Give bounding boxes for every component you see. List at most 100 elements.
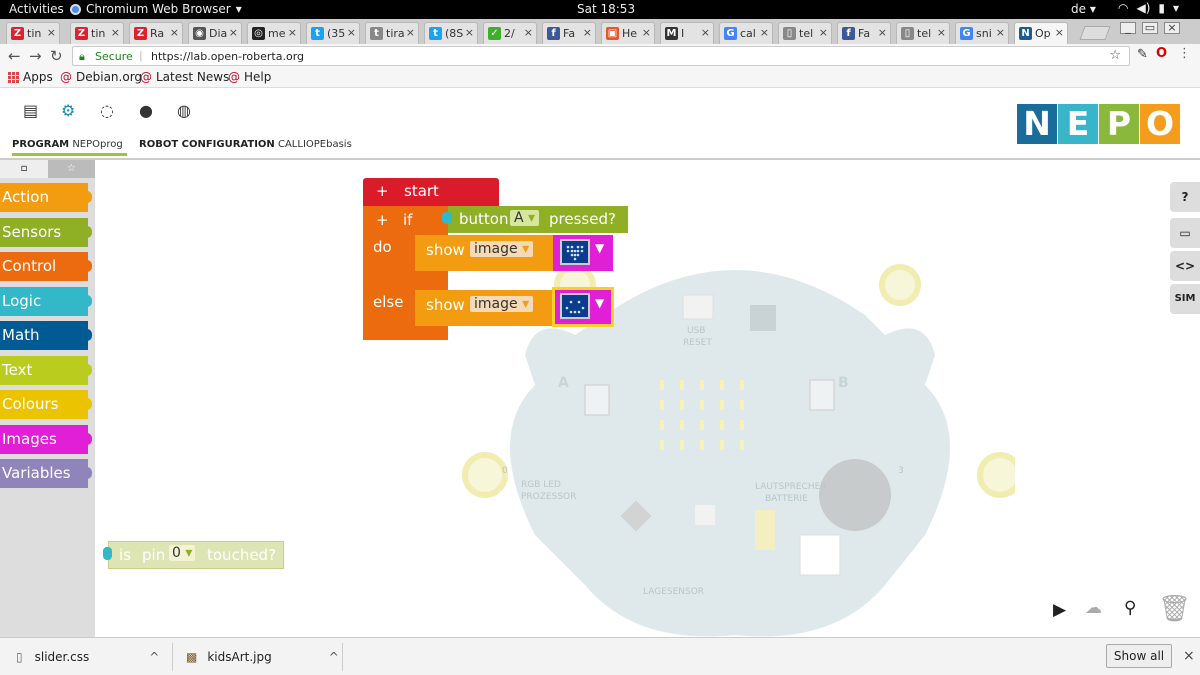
- image-block-smile[interactable]: ▼: [552, 287, 614, 327]
- close-icon[interactable]: ×: [996, 26, 1005, 39]
- pin-touched-block[interactable]: is pin 0 ▾ touched?: [103, 541, 284, 569]
- toolbox-category-math[interactable]: Math: [0, 321, 92, 350]
- bookmark-help[interactable]: @ Help: [228, 70, 271, 84]
- help-button[interactable]: ?: [1170, 182, 1200, 212]
- tab-item[interactable]: f Fa ×: [837, 22, 891, 44]
- button-pressed-block[interactable]: button A ▾ pressed?: [442, 206, 628, 233]
- toolbox-tab-basic[interactable]: ▫: [0, 160, 48, 178]
- close-icon[interactable]: ×: [819, 26, 828, 39]
- toolbox-category-logic[interactable]: Logic: [0, 286, 92, 316]
- close-icon[interactable]: ×: [1164, 22, 1180, 34]
- bookmark-star-icon[interactable]: ☆: [1109, 48, 1121, 63]
- image-dropdown[interactable]: image ▾: [470, 296, 534, 312]
- close-icon[interactable]: ×: [47, 26, 56, 39]
- close-icon[interactable]: ×: [760, 26, 769, 39]
- tab-item[interactable]: Gcal ×: [719, 22, 773, 44]
- close-icon[interactable]: ×: [524, 26, 533, 39]
- tab-item[interactable]: M I ×: [660, 22, 714, 44]
- bookmark-debian[interactable]: @ Debian.org: [60, 70, 142, 84]
- start-block[interactable]: + start: [363, 178, 499, 206]
- clock[interactable]: Sat 18:53: [577, 2, 635, 16]
- close-icon[interactable]: ×: [406, 26, 415, 39]
- tab-item[interactable]: ▯ tel ×: [896, 22, 950, 44]
- toolbox-category-sensors[interactable]: Sensors: [0, 217, 92, 247]
- forward-icon[interactable]: →: [29, 47, 42, 65]
- toolbox-category-colours[interactable]: Colours: [0, 390, 92, 419]
- comment-button[interactable]: ▭: [1170, 218, 1200, 248]
- toolbox-category-action[interactable]: Action: [0, 183, 92, 212]
- plus-icon[interactable]: +: [376, 211, 389, 229]
- blockly-workspace[interactable]: USB RESET RGB LED PROZESSOR LAUTSPRECHER…: [95, 160, 1200, 637]
- tab-program[interactable]: PROGRAM NEPOprog: [12, 139, 127, 156]
- close-icon[interactable]: ×: [642, 26, 651, 39]
- opera-extension-icon[interactable]: O: [1156, 46, 1167, 61]
- close-icon[interactable]: ×: [937, 26, 946, 39]
- pin-dropdown[interactable]: 0 ▾: [169, 545, 196, 561]
- reload-icon[interactable]: ↻: [50, 47, 63, 65]
- app-menu[interactable]: Chromium Web Browser ▾: [70, 2, 242, 16]
- robot-icon[interactable]: ⚙: [61, 101, 75, 120]
- tab-item[interactable]: ✓ 2/ ×: [483, 22, 537, 44]
- tab-item[interactable]: ▣ He ×: [601, 22, 655, 44]
- system-tray[interactable]: ◠ ◀) ▮ ▾: [1118, 1, 1179, 15]
- tab-item[interactable]: f Fa ×: [542, 22, 596, 44]
- new-tab-button[interactable]: [1079, 26, 1111, 40]
- close-icon[interactable]: ×: [1183, 648, 1195, 664]
- button-dropdown[interactable]: A ▾: [510, 210, 540, 226]
- menu-icon[interactable]: ⋮: [1178, 46, 1191, 61]
- toolbox-category-variables[interactable]: Variables: [0, 459, 92, 488]
- toolbox-category-images[interactable]: Images: [0, 424, 92, 454]
- back-icon[interactable]: ←: [8, 47, 21, 65]
- close-icon[interactable]: ×: [111, 26, 120, 39]
- run-icon[interactable]: ▶: [1053, 600, 1066, 620]
- tab-item[interactable]: Z Ra ×: [129, 22, 183, 44]
- close-icon[interactable]: ×: [1055, 26, 1064, 39]
- cloud-upload-icon[interactable]: ☁: [1085, 598, 1102, 618]
- bookmark-apps[interactable]: Apps: [8, 70, 53, 84]
- user-icon[interactable]: ●: [139, 101, 153, 120]
- toolbox-category-control[interactable]: Control: [0, 252, 92, 281]
- address-bar[interactable]: 🔒︎ Secure | https://lab.open-roberta.org…: [72, 46, 1130, 66]
- tab-item[interactable]: Ztin ×: [6, 22, 60, 44]
- sim-button[interactable]: SIM: [1170, 284, 1200, 314]
- globe-icon[interactable]: ◍: [177, 101, 191, 120]
- toolbox-tab-favorites[interactable]: ☆: [48, 160, 95, 178]
- close-icon[interactable]: ×: [347, 26, 356, 39]
- show-all-button[interactable]: Show all: [1106, 644, 1172, 668]
- tab-item[interactable]: ◎ me ×: [247, 22, 301, 44]
- download-item-slider[interactable]: ▯ slider.css ^: [16, 638, 159, 675]
- lightbulb-icon[interactable]: ◌: [100, 101, 114, 120]
- tab-item[interactable]: Ztin ×: [70, 22, 124, 44]
- maximize-icon[interactable]: ▭: [1142, 22, 1158, 34]
- tab-item[interactable]: ▯ tel ×: [778, 22, 832, 44]
- close-icon[interactable]: ×: [465, 26, 474, 39]
- bookmark-latest-news[interactable]: @ Latest News: [140, 70, 229, 84]
- tab-item[interactable]: t tira ×: [365, 22, 419, 44]
- minimize-icon[interactable]: _: [1120, 22, 1136, 34]
- close-icon[interactable]: ×: [701, 26, 710, 39]
- trash-icon[interactable]: 🗑︎: [1158, 594, 1191, 624]
- close-icon[interactable]: ×: [170, 26, 179, 39]
- tab-item[interactable]: N Op ×: [1014, 22, 1068, 44]
- plus-icon[interactable]: +: [376, 182, 389, 200]
- chevron-up-icon[interactable]: ^: [329, 650, 339, 664]
- tab-robot-configuration[interactable]: ROBOT CONFIGURATION CALLIOPEbasis: [139, 139, 352, 156]
- chevron-down-icon[interactable]: ▼: [595, 241, 604, 255]
- language-indicator[interactable]: de ▾: [1071, 2, 1096, 16]
- chevron-down-icon[interactable]: ▼: [595, 296, 604, 310]
- close-icon[interactable]: ×: [229, 26, 238, 39]
- code-button[interactable]: <>: [1170, 251, 1200, 281]
- tab-item[interactable]: Gsni ×: [955, 22, 1009, 44]
- activities-button[interactable]: Activities: [9, 2, 64, 16]
- close-icon[interactable]: ×: [288, 26, 297, 39]
- show-image-block-do[interactable]: show image ▾: [415, 235, 555, 271]
- close-icon[interactable]: ×: [583, 26, 592, 39]
- close-icon[interactable]: ×: [878, 26, 887, 39]
- tab-item[interactable]: t (8S ×: [424, 22, 478, 44]
- tab-item[interactable]: t (35 ×: [306, 22, 360, 44]
- extension-icon[interactable]: ✎: [1137, 47, 1148, 62]
- zoom-icon[interactable]: ⚲: [1124, 598, 1136, 618]
- tab-item[interactable]: ◉ Dia ×: [188, 22, 242, 44]
- show-image-block-else[interactable]: show image ▾: [415, 290, 555, 326]
- document-icon[interactable]: ▤: [23, 101, 38, 120]
